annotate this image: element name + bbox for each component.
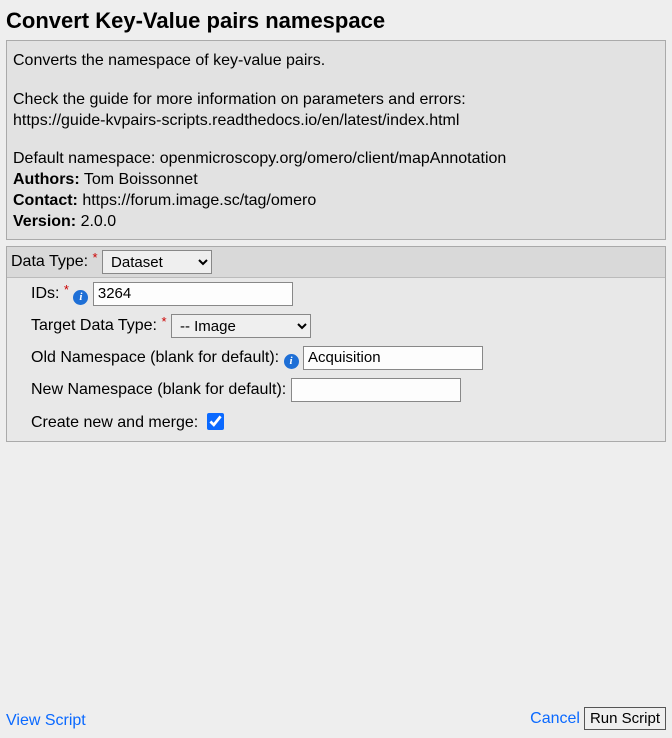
view-script-link[interactable]: View Script — [6, 712, 86, 730]
authors-value: Tom Boissonnet — [80, 171, 198, 188]
old-namespace-label: Old Namespace (blank for default): — [31, 349, 279, 366]
desc-contact: Contact: https://forum.image.sc/tag/omer… — [13, 191, 659, 212]
create-merge-label: Create new and merge: — [31, 414, 198, 431]
desc-guide-intro: Check the guide for more information on … — [13, 90, 659, 111]
info-icon[interactable]: i — [284, 354, 299, 369]
target-data-type-label: Target Data Type: — [31, 317, 161, 334]
contact-value: https://forum.image.sc/tag/omero — [78, 192, 316, 209]
desc-summary: Converts the namespace of key-value pair… — [13, 51, 659, 72]
data-type-label: Data Type: — [11, 253, 93, 270]
footer-bar: View Script Cancel Run Script — [0, 701, 672, 738]
required-marker: * — [64, 282, 69, 297]
ids-label: IDs: — [31, 285, 64, 302]
row-target-data-type: Target Data Type: * -- Image — [7, 310, 665, 342]
contact-label: Contact: — [13, 192, 78, 209]
row-ids: IDs: * i — [7, 278, 665, 310]
info-icon[interactable]: i — [73, 290, 88, 305]
new-namespace-label: New Namespace (blank for default): — [31, 381, 286, 398]
description-panel: Converts the namespace of key-value pair… — [6, 40, 666, 240]
required-marker: * — [93, 250, 98, 265]
cancel-link[interactable]: Cancel — [530, 710, 580, 728]
desc-default-namespace: Default namespace: openmicroscopy.org/om… — [13, 149, 659, 170]
data-type-select[interactable]: Dataset — [102, 250, 212, 274]
row-data-type: Data Type: * Dataset — [7, 247, 665, 278]
desc-authors: Authors: Tom Boissonnet — [13, 170, 659, 191]
create-merge-checkbox[interactable] — [207, 413, 224, 430]
version-value: 2.0.0 — [76, 213, 116, 230]
row-new-namespace: New Namespace (blank for default): — [7, 374, 665, 406]
version-label: Version: — [13, 213, 76, 230]
required-marker: * — [161, 314, 166, 329]
page-title: Convert Key-Value pairs namespace — [0, 0, 672, 38]
row-old-namespace: Old Namespace (blank for default): i — [7, 342, 665, 374]
run-script-button[interactable]: Run Script — [584, 707, 666, 730]
new-namespace-input[interactable] — [291, 378, 461, 402]
target-data-type-select[interactable]: -- Image — [171, 314, 311, 338]
authors-label: Authors: — [13, 171, 80, 188]
parameters-panel: Data Type: * Dataset IDs: * i Target Dat… — [6, 246, 666, 442]
row-create-merge: Create new and merge: — [7, 406, 665, 441]
desc-guide-url: https://guide-kvpairs-scripts.readthedoc… — [13, 111, 659, 132]
desc-version: Version: 2.0.0 — [13, 212, 659, 233]
ids-input[interactable] — [93, 282, 293, 306]
old-namespace-input[interactable] — [303, 346, 483, 370]
